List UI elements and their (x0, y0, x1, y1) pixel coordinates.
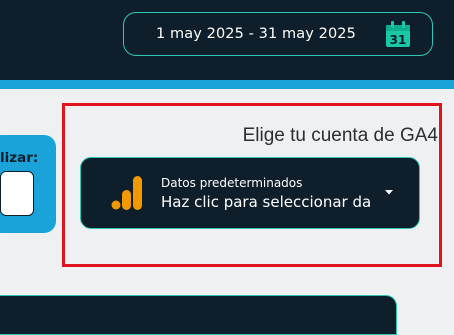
calendar-day-number: 31 (390, 33, 407, 47)
date-range-text: 1 may 2025 - 31 may 2025 (156, 26, 356, 42)
ga4-account-select[interactable]: Datos predeterminados Haz clic para sele… (80, 157, 420, 229)
left-card-input[interactable] (0, 171, 34, 216)
bottom-panel (0, 295, 397, 335)
ga4-account-title: Elige tu cuenta de GA4 (242, 125, 438, 146)
calendar-icon[interactable]: 31 (383, 19, 413, 49)
caret-down-icon[interactable] (384, 187, 394, 197)
select-value: Haz clic para seleccionar da (161, 193, 371, 211)
left-filter-card: lizar: (0, 135, 56, 233)
google-analytics-icon (111, 175, 142, 211)
header-bar: 1 may 2025 - 31 may 2025 31 (0, 0, 454, 80)
date-range-picker[interactable]: 1 may 2025 - 31 may 2025 31 (123, 12, 433, 56)
select-label: Datos predeterminados (161, 176, 303, 190)
header-accent-stripe (0, 80, 454, 89)
left-card-label: lizar: (0, 150, 39, 166)
